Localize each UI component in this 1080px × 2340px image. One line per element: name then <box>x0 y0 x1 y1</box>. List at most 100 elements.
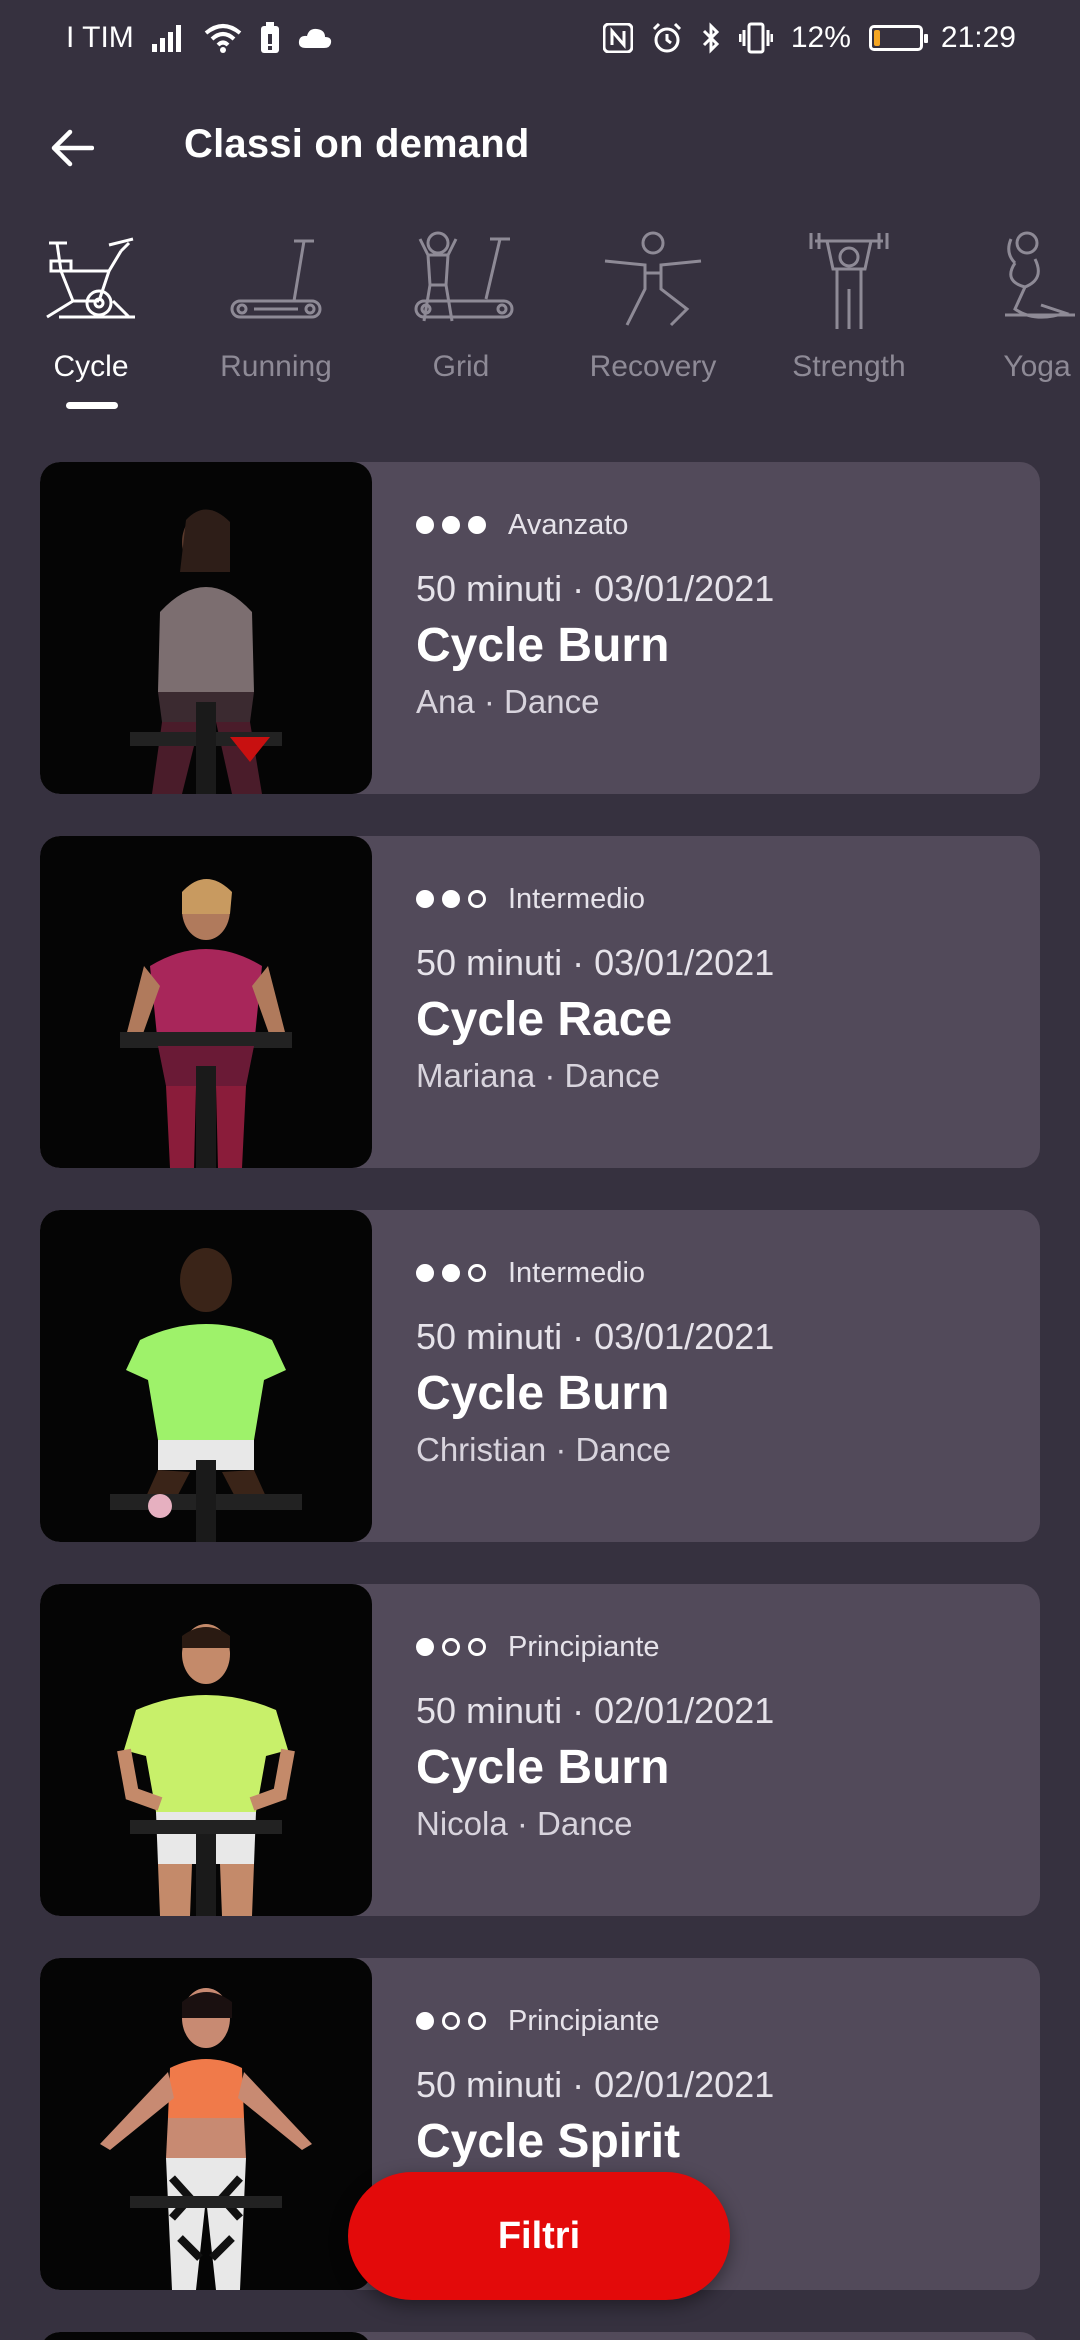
tab-label-recovery: Recovery <box>589 350 717 383</box>
class-card[interactable]: Intermedio 50 minuti · 03/01/2021 Cycle … <box>40 1210 1040 1542</box>
class-meta: 50 minuti · 02/01/2021 <box>416 1690 775 1731</box>
alarm-icon <box>651 22 683 54</box>
class-card-body: Intermedio 50 minuti · 03/01/2021 Cycle … <box>416 1256 1020 1469</box>
difficulty-dots <box>416 516 486 534</box>
class-card[interactable]: Avanzato 50 minuti · 03/01/2021 Cycle Bu… <box>40 462 1040 794</box>
treadmill-icon <box>221 226 331 336</box>
class-meta: 50 minuti · 03/01/2021 <box>416 568 775 609</box>
difficulty-dot <box>442 1638 460 1656</box>
battery-percent: 12% <box>790 21 851 54</box>
back-button[interactable] <box>40 116 104 180</box>
page-title: Classi on demand <box>184 122 530 166</box>
yoga-pose-icon <box>982 226 1080 336</box>
difficulty-dot <box>416 1264 434 1282</box>
class-card-body: Intermedio 50 minuti · 03/01/2021 Cycle … <box>416 882 1020 1095</box>
class-thumbnail <box>40 1210 372 1542</box>
difficulty-dot <box>416 890 434 908</box>
active-tab-indicator <box>66 402 118 409</box>
wifi-icon <box>204 23 242 53</box>
class-thumbnail <box>40 462 372 794</box>
class-trainer: Nicola · Dance <box>416 1805 633 1842</box>
difficulty-row: Intermedio <box>416 1256 1020 1290</box>
difficulty-row: Principiante <box>416 2004 1020 2038</box>
class-card-body: Avanzato 50 minuti · 03/01/2021 Cycle Bu… <box>416 508 1020 721</box>
class-thumbnail <box>40 1958 372 2290</box>
status-right: 12% 21:29 <box>602 21 1016 55</box>
class-title: Cycle Burn <box>416 1741 670 1794</box>
class-title: Cycle Spirit <box>416 2115 681 2168</box>
tab-grid[interactable]: Grid <box>376 226 546 416</box>
tab-running[interactable]: Running <box>191 226 361 416</box>
battery-level <box>873 30 880 46</box>
difficulty-label: Intermedio <box>508 882 646 915</box>
class-card[interactable]: Intermedio 50 minuti · 03/01/2021 Cycle … <box>40 836 1040 1168</box>
nfc-icon <box>602 23 633 53</box>
difficulty-dot <box>442 1264 460 1282</box>
difficulty-dots <box>416 2012 486 2030</box>
class-card[interactable]: Principiante 50 minuti · 02/01/2021 Cycl… <box>40 1584 1040 1916</box>
recovery-pose-icon <box>598 226 708 336</box>
difficulty-dots <box>416 1264 486 1282</box>
difficulty-dot <box>416 516 434 534</box>
class-trainer: Ana · Dance <box>416 683 600 720</box>
status-bar: I TIM 12% 21:29 <box>0 0 1080 76</box>
tab-recovery[interactable]: Recovery <box>568 226 738 416</box>
difficulty-row: Intermedio <box>416 882 1020 916</box>
class-thumbnail <box>40 836 372 1168</box>
difficulty-dot <box>442 516 460 534</box>
class-card[interactable] <box>40 2332 1040 2340</box>
tab-label-yoga: Yoga <box>1003 350 1071 383</box>
tab-label-strength: Strength <box>792 350 906 383</box>
filter-button[interactable]: Filtri <box>348 2172 730 2300</box>
grid-trainer-icon <box>406 226 516 336</box>
arrow-left-icon <box>51 129 94 167</box>
tab-strength[interactable]: Strength <box>764 226 934 416</box>
class-meta: 50 minuti · 03/01/2021 <box>416 1316 775 1357</box>
sim-card-icon <box>260 22 280 54</box>
difficulty-row: Avanzato <box>416 508 1020 542</box>
class-meta: 50 minuti · 03/01/2021 <box>416 942 775 983</box>
bike-icon <box>36 226 146 336</box>
class-trainer: Christian · Dance <box>416 1431 671 1468</box>
dumbbell-lift-icon <box>794 226 904 336</box>
carrier-label: I TIM <box>66 21 134 54</box>
app-bar: Classi on demand <box>0 100 1080 192</box>
class-card-body: Principiante 50 minuti · 02/01/2021 Cycl… <box>416 1630 1020 1843</box>
difficulty-dot <box>468 2012 486 2030</box>
clock: 21:29 <box>940 21 1016 54</box>
class-card-body: Principiante 50 minuti · 02/01/2021 Cycl… <box>416 2004 1020 2179</box>
class-title: Cycle Burn <box>416 619 670 672</box>
bluetooth-icon <box>701 22 721 54</box>
difficulty-label: Avanzato <box>508 508 629 541</box>
difficulty-dot <box>468 1264 486 1282</box>
vibrate-icon <box>738 22 773 54</box>
difficulty-row: Principiante <box>416 1630 1020 1664</box>
difficulty-dots <box>416 1638 486 1656</box>
tab-cycle[interactable]: Cycle <box>6 226 176 416</box>
signal-icon <box>151 24 186 52</box>
class-thumbnail <box>40 2332 372 2340</box>
class-title: Cycle Burn <box>416 1367 670 1420</box>
class-thumbnail <box>40 1584 372 1916</box>
status-left: I TIM <box>66 21 332 55</box>
tab-label-running: Running <box>220 350 332 383</box>
class-meta: 50 minuti · 02/01/2021 <box>416 2064 775 2105</box>
difficulty-dot <box>416 2012 434 2030</box>
difficulty-dot <box>468 1638 486 1656</box>
class-title: Cycle Race <box>416 993 673 1046</box>
tab-label-cycle: Cycle <box>53 350 129 383</box>
category-tabs: Cycle Running Grid Recovery Strength Yog… <box>0 226 1080 426</box>
cloud-icon <box>298 27 332 49</box>
difficulty-label: Principiante <box>508 2004 660 2037</box>
difficulty-dot <box>416 1638 434 1656</box>
difficulty-dot <box>442 2012 460 2030</box>
battery-icon <box>868 25 928 51</box>
difficulty-dot <box>468 890 486 908</box>
tab-label-grid: Grid <box>432 350 490 383</box>
difficulty-dot <box>468 516 486 534</box>
tab-yoga[interactable]: Yoga <box>952 226 1080 416</box>
class-trainer: Mariana · Dance <box>416 1057 660 1094</box>
difficulty-label: Principiante <box>508 1630 660 1663</box>
difficulty-dot <box>442 890 460 908</box>
difficulty-label: Intermedio <box>508 1256 646 1289</box>
